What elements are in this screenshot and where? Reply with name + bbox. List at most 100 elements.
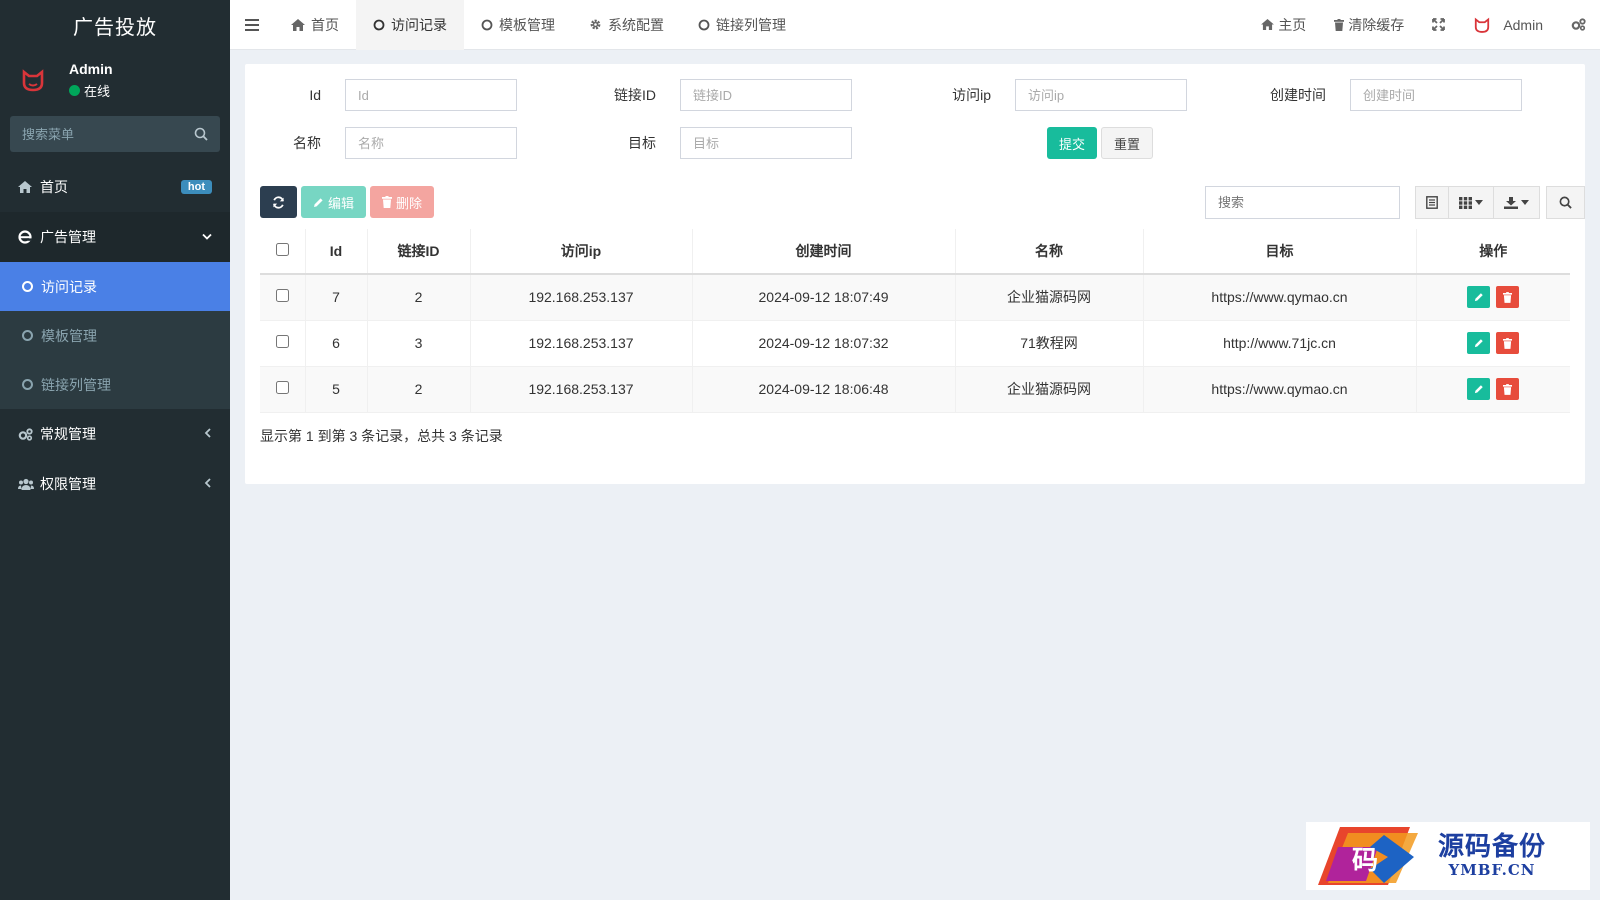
tab-label: 系统配置: [608, 16, 664, 33]
export-button[interactable]: [1494, 186, 1540, 219]
filter-label-id: Id: [309, 87, 321, 103]
avatar: [10, 58, 55, 103]
tab-system-config[interactable]: 系统配置: [572, 0, 681, 50]
edit-button[interactable]: 编辑: [301, 186, 367, 218]
search-icon: [1559, 196, 1572, 209]
tab-template-management[interactable]: 模板管理: [464, 0, 572, 50]
filter-field-target: 目标: [580, 127, 852, 159]
cell-ip: 192.168.253.137: [470, 274, 693, 321]
cell-ip: 192.168.253.137: [470, 366, 693, 413]
cell-id: 7: [305, 274, 368, 321]
user-panel: Admin 在线: [0, 50, 230, 110]
sidebar-subitem-template-management[interactable]: 模板管理: [0, 311, 230, 360]
column-header[interactable]: 链接ID: [367, 229, 471, 275]
filter-link-id-input[interactable]: [680, 79, 852, 111]
table-row: 7 2 192.168.253.137 2024-09-12 18:07:49 …: [260, 274, 1570, 321]
advanced-search-button[interactable]: [1546, 186, 1585, 219]
refresh-icon: [273, 195, 284, 209]
user-status-text: 在线: [84, 83, 111, 99]
select-all-cell: [260, 229, 306, 275]
pencil-icon: [1474, 385, 1483, 394]
row-delete-button[interactable]: [1496, 286, 1520, 309]
row-select-cell: [260, 320, 306, 367]
column-header[interactable]: 目标: [1143, 229, 1417, 275]
pencil-icon: [1474, 339, 1483, 348]
caret-down-icon: [1521, 200, 1529, 205]
tab-link-list-management[interactable]: 链接列管理: [681, 0, 803, 50]
sidebar-subitem-visit-records[interactable]: 访问记录: [0, 262, 230, 311]
users-icon: [18, 478, 40, 490]
clear-cache-label: 清除缓存: [1348, 16, 1405, 33]
settings-button[interactable]: [1557, 18, 1600, 31]
gear-icon: [589, 18, 602, 31]
filter-actions: 提交 重置: [1047, 127, 1154, 159]
columns-icon: [1459, 196, 1472, 209]
admin-user-menu[interactable]: Admin: [1459, 16, 1557, 34]
sidebar-item-permission-management[interactable]: 权限管理: [0, 459, 230, 509]
row-delete-button[interactable]: [1496, 378, 1520, 400]
watermark-logo-char: 码: [1352, 846, 1378, 876]
select-all-checkbox[interactable]: [275, 243, 289, 256]
chevron-left-icon: [204, 427, 212, 441]
row-edit-button[interactable]: [1467, 286, 1491, 309]
row-edit-button[interactable]: [1467, 378, 1491, 400]
sidebar-item-home[interactable]: 首页 hot: [0, 162, 230, 212]
filter-id-input[interactable]: [345, 79, 517, 111]
filter-ip-input[interactable]: [1015, 79, 1187, 111]
cell-actions: [1416, 366, 1570, 413]
filter-label-created: 创建时间: [1270, 87, 1326, 103]
column-header[interactable]: 访问ip: [470, 229, 693, 275]
cell-name: 71教程网: [955, 320, 1144, 367]
cat-logo-icon: [22, 69, 43, 92]
table-row: 5 2 192.168.253.137 2024-09-12 18:06:48 …: [260, 366, 1570, 413]
menu-search-input[interactable]: [22, 126, 182, 142]
filter-created-input[interactable]: [1350, 79, 1522, 111]
fullscreen-button[interactable]: [1418, 18, 1459, 31]
sidebar-item-ad-management[interactable]: 广告管理: [0, 212, 230, 262]
filter-label-ip: 访问ip: [952, 87, 991, 103]
sidebar-subitem-label: 链接列管理: [41, 376, 111, 393]
search-icon[interactable]: [194, 127, 208, 141]
home-icon: [291, 18, 305, 31]
refresh-button[interactable]: [260, 186, 297, 218]
row-checkbox[interactable]: [275, 289, 289, 303]
column-header[interactable]: Id: [305, 229, 368, 275]
cell-actions: [1416, 320, 1570, 367]
edit-button-label: 编辑: [328, 195, 355, 211]
column-header[interactable]: 创建时间: [692, 229, 956, 275]
row-checkbox[interactable]: [275, 381, 289, 394]
home-link[interactable]: 主页: [1247, 15, 1320, 35]
toggle-card-view-button[interactable]: [1415, 186, 1449, 219]
tab-home[interactable]: 首页: [274, 0, 356, 50]
cell-actions: [1416, 274, 1570, 321]
watermark-cn: 源码备份: [1438, 832, 1547, 862]
sidebar-item-general-management[interactable]: 常规管理: [0, 409, 230, 459]
pagination-summary: 显示第 1 到第 3 条记录，总共 3 条记录: [260, 428, 503, 444]
filter-target-input[interactable]: [680, 127, 852, 159]
sidebar-subitem-link-list-management[interactable]: 链接列管理: [0, 360, 230, 409]
filter-field-created: 创建时间: [1250, 79, 1522, 111]
delete-button[interactable]: 删除: [370, 186, 435, 218]
columns-toggle-button[interactable]: [1449, 186, 1494, 219]
gears-icon: [18, 427, 40, 441]
trash-icon: [1503, 291, 1513, 303]
row-delete-button[interactable]: [1496, 332, 1520, 354]
column-header[interactable]: 名称: [955, 229, 1144, 275]
reset-button[interactable]: 重置: [1101, 127, 1154, 159]
app-logo[interactable]: 广告投放: [0, 0, 230, 50]
clear-cache-button[interactable]: 清除缓存: [1320, 15, 1418, 35]
row-edit-button[interactable]: [1467, 332, 1491, 354]
cell-target: https://www.qymao.cn: [1143, 274, 1417, 321]
filter-name-input[interactable]: [345, 127, 517, 159]
tab-visit-records[interactable]: 访问记录: [356, 0, 464, 50]
circle-icon: [698, 19, 710, 31]
sidebar-toggle-button[interactable]: [230, 0, 274, 50]
trash-icon: [1503, 383, 1513, 395]
row-checkbox[interactable]: [275, 335, 289, 348]
cell-link-id: 2: [367, 366, 471, 413]
cell-created: 2024-09-12 18:07:49: [692, 274, 956, 321]
table-search-input[interactable]: [1205, 186, 1400, 219]
sidebar-search: [10, 116, 220, 152]
gears-icon: [1571, 18, 1586, 31]
submit-button[interactable]: 提交: [1047, 127, 1098, 159]
